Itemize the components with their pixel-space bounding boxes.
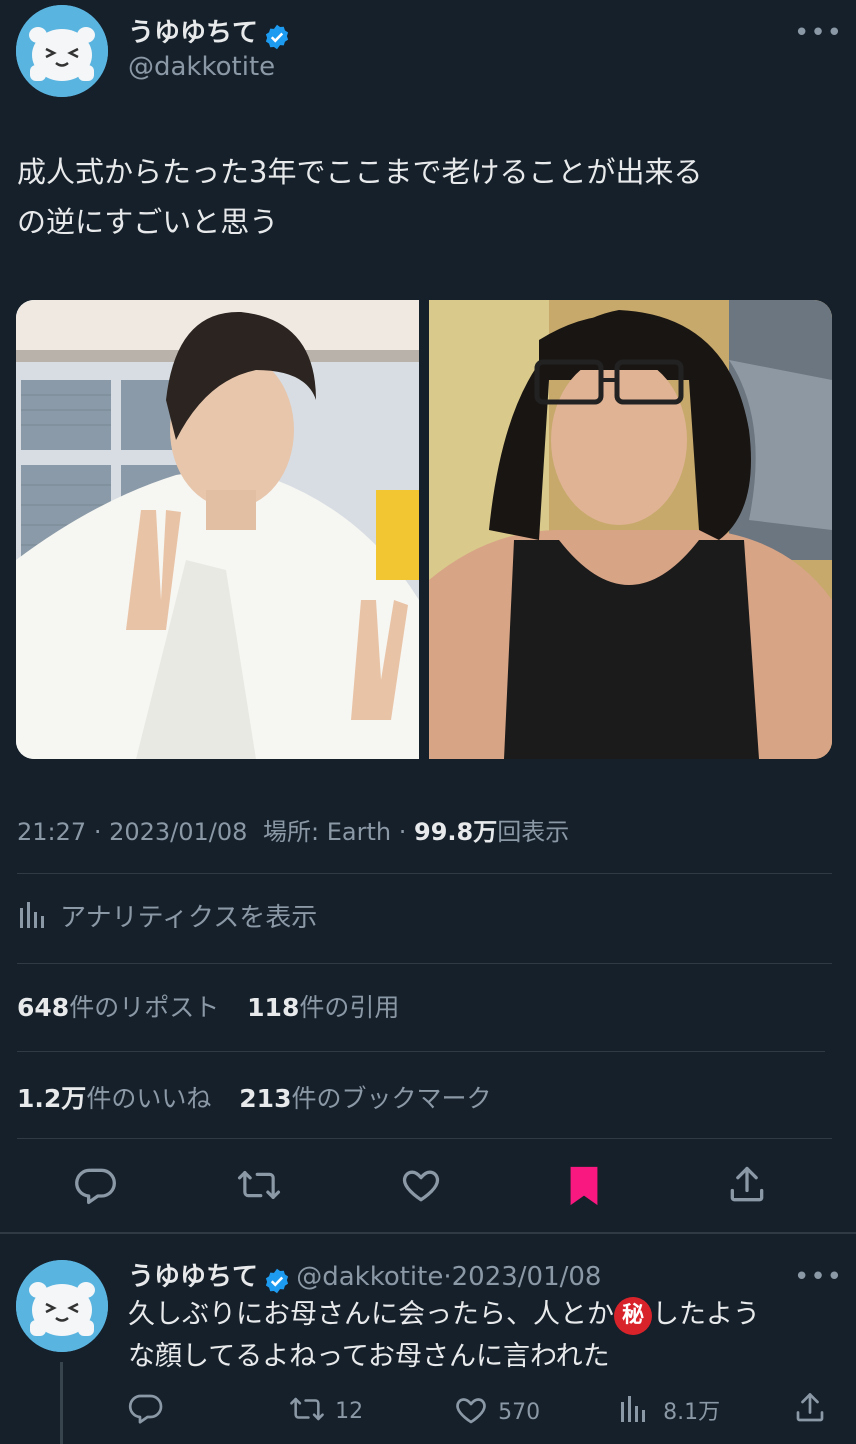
analytics-icon xyxy=(618,1392,648,1428)
stats-row-reposts: 648件のリポスト 118件の引用 xyxy=(17,988,399,1024)
reply-text-line-2: な顔してるよねってお母さんに言われた xyxy=(128,1341,610,1372)
reply-more-icon[interactable]: ••• xyxy=(794,1262,843,1292)
likes-stat[interactable]: 1.2万件のいいね xyxy=(17,1084,211,1113)
bookmarks-label: 件のブックマーク xyxy=(291,1084,492,1113)
divider xyxy=(17,873,832,874)
verified-badge-icon xyxy=(263,23,291,51)
likes-label: 件のいいね xyxy=(86,1084,212,1113)
divider xyxy=(17,963,832,964)
section-divider xyxy=(0,1232,856,1234)
reply-like-count: 570 xyxy=(498,1399,541,1425)
like-icon[interactable] xyxy=(399,1163,443,1207)
secret-emoji-icon: 秘 xyxy=(614,1296,652,1335)
avatar-mascot-image xyxy=(16,5,108,97)
tweet-meta: 21:27 · 2023/01/08 場所: Earth · 99.8万回表示 xyxy=(17,818,570,846)
reply-like-button[interactable]: 570 xyxy=(453,1392,540,1432)
reply-share-icon[interactable] xyxy=(792,1390,828,1426)
tweet-text-line-1: 成人式からたった3年でここまで老けることが出来る xyxy=(17,155,703,189)
reply-icon[interactable] xyxy=(74,1163,118,1207)
author-handle[interactable]: @dakkotite xyxy=(128,52,275,82)
reply-text-part-b: したよう xyxy=(652,1299,760,1330)
reply-display-name[interactable]: うゆゆちて xyxy=(128,1262,258,1292)
reply-text-part-a: 久しぶりにお母さんに会ったら、人とか xyxy=(128,1299,614,1330)
reply-text: 久しぶりにお母さんに会ったら、人とか秘したよう な顔してるよねってお母さんに言わ… xyxy=(128,1294,828,1378)
quotes-stat[interactable]: 118件の引用 xyxy=(247,993,399,1022)
reposts-stat[interactable]: 648件のリポスト xyxy=(17,993,219,1022)
tweet-photo-left[interactable] xyxy=(16,300,419,759)
bookmark-icon[interactable] xyxy=(563,1163,605,1209)
analytics-link[interactable]: アナリティクスを表示 xyxy=(17,897,317,933)
reply-handle[interactable]: @dakkotite xyxy=(296,1262,443,1292)
analytics-label: アナリティクスを表示 xyxy=(60,903,318,933)
retweet-icon[interactable] xyxy=(236,1163,282,1207)
reply-text-line-1: 久しぶりにお母さんに会ったら、人とか秘したよう xyxy=(128,1294,828,1336)
reply-retweet-button[interactable]: 12 xyxy=(288,1392,363,1430)
likes-unit: 万 xyxy=(61,1084,87,1113)
bookmarks-count: 213 xyxy=(239,1084,292,1113)
reply-views-count: 8.1万 xyxy=(663,1400,721,1425)
tweet-location: 場所: Earth xyxy=(263,818,392,846)
author-avatar[interactable] xyxy=(16,5,108,97)
tweet-date[interactable]: 2023/01/08 xyxy=(109,818,247,846)
retweet-icon xyxy=(288,1392,326,1430)
reply-separator: · xyxy=(443,1262,452,1292)
like-icon xyxy=(453,1392,489,1432)
quotes-label: 件の引用 xyxy=(299,993,400,1022)
reply-retweet-count: 12 xyxy=(335,1398,364,1424)
reply-reply-icon[interactable] xyxy=(128,1390,164,1426)
author-name-row: うゆゆちて xyxy=(128,12,291,51)
verified-badge-icon xyxy=(263,1267,291,1295)
quotes-count: 118 xyxy=(247,993,300,1022)
analytics-icon xyxy=(17,898,47,934)
views-count: 99.8 xyxy=(414,818,474,846)
tweet-media-grid xyxy=(16,300,832,759)
avatar-mascot-image xyxy=(16,1260,108,1352)
reply-author-avatar[interactable] xyxy=(16,1260,108,1352)
reply-header: うゆゆちて @dakkotite·2023/01/08 xyxy=(128,1256,601,1295)
bookmarks-stat[interactable]: 213件のブックマーク xyxy=(239,1084,491,1113)
tweet-text-line-2: の逆にすごいと思う xyxy=(17,205,279,239)
divider xyxy=(17,1138,832,1139)
divider xyxy=(17,1051,825,1052)
reposts-label: 件のリポスト xyxy=(69,993,220,1022)
thread-connector-line xyxy=(60,1362,63,1444)
likes-count: 1.2 xyxy=(17,1084,62,1113)
tweet-text: 成人式からたった3年でここまで老けることが出来る の逆にすごいと思う xyxy=(17,147,837,247)
more-icon[interactable]: ••• xyxy=(794,18,843,48)
tweet-time[interactable]: 21:27 xyxy=(17,818,86,846)
views-suffix: 回表示 xyxy=(497,818,570,846)
reply-date[interactable]: 2023/01/08 xyxy=(452,1262,602,1292)
reposts-count: 648 xyxy=(17,993,70,1022)
share-icon[interactable] xyxy=(725,1163,769,1207)
author-display-name[interactable]: うゆゆちて xyxy=(128,18,258,48)
views-unit: 万 xyxy=(473,818,498,846)
tweet-photo-right[interactable] xyxy=(429,300,832,759)
stats-row-likes: 1.2万件のいいね 213件のブックマーク xyxy=(17,1079,491,1115)
reply-views-button[interactable]: 8.1万 xyxy=(618,1392,720,1428)
